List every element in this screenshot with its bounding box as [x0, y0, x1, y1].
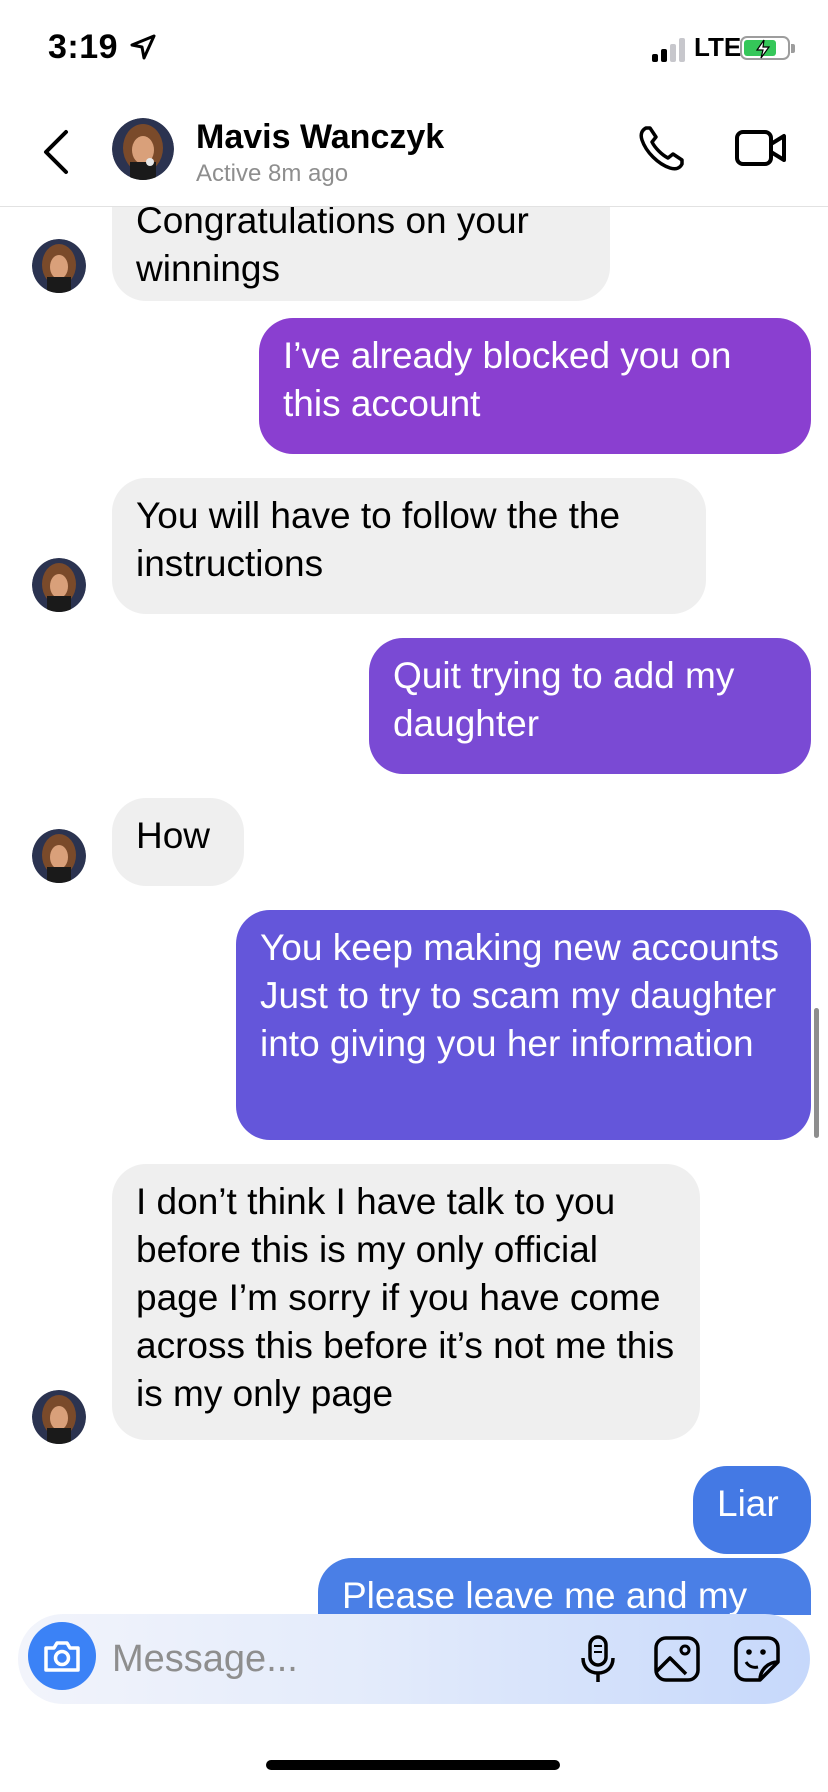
- incoming-message: How: [112, 798, 244, 886]
- message-bubble[interactable]: Please leave me and my: [318, 1558, 811, 1615]
- message-bubble[interactable]: I’ve already blocked you on this account: [259, 318, 811, 454]
- sender-avatar[interactable]: [32, 1390, 86, 1444]
- sender-avatar[interactable]: [32, 558, 86, 612]
- incoming-message: You will have to follow the the instruct…: [112, 478, 706, 614]
- chevron-left-icon[interactable]: [36, 124, 76, 185]
- sticker-icon[interactable]: [732, 1634, 782, 1689]
- message-bubble[interactable]: You keep making new accounts Just to try…: [236, 910, 811, 1140]
- message-bubble[interactable]: How: [112, 798, 244, 886]
- message-bubble[interactable]: I don’t think I have talk to you before …: [112, 1164, 700, 1440]
- message-bubble[interactable]: You will have to follow the the instruct…: [112, 478, 706, 614]
- phone-icon[interactable]: [636, 122, 688, 179]
- battery-icon: [740, 36, 795, 60]
- incoming-message: Congratulations on your winnings: [112, 207, 610, 301]
- conversation-header: Mavis Wanczyk Active 8m ago: [0, 100, 828, 207]
- image-icon[interactable]: [652, 1634, 702, 1689]
- contact-name[interactable]: Mavis Wanczyk: [196, 118, 444, 157]
- camera-button[interactable]: [28, 1622, 96, 1690]
- scroll-indicator[interactable]: [814, 1008, 819, 1138]
- video-camera-icon[interactable]: [734, 122, 788, 179]
- message-bubble[interactable]: Liar: [693, 1466, 811, 1554]
- sender-avatar[interactable]: [32, 239, 86, 293]
- camera-icon: [44, 1641, 80, 1672]
- message-bubble[interactable]: Quit trying to add my daughter: [369, 638, 811, 774]
- signal-strength-icon: [652, 38, 688, 62]
- outgoing-message: I’ve already blocked you on this account: [259, 318, 811, 454]
- contact-avatar[interactable]: [112, 118, 174, 180]
- microphone-icon[interactable]: [578, 1634, 618, 1691]
- outgoing-message: You keep making new accounts Just to try…: [236, 910, 811, 1140]
- message-composer: [18, 1614, 810, 1704]
- incoming-message: I don’t think I have talk to you before …: [112, 1164, 700, 1440]
- contact-active-status: Active 8m ago: [196, 160, 349, 187]
- status-bar: 3:19 LTE: [0, 0, 828, 100]
- outgoing-message: Please leave me and my: [318, 1558, 811, 1615]
- message-thread[interactable]: Congratulations on your winnings I’ve al…: [0, 207, 828, 1615]
- status-time: 3:19: [48, 28, 119, 66]
- message-input[interactable]: [110, 1628, 494, 1690]
- message-bubble[interactable]: Congratulations on your winnings: [112, 207, 610, 301]
- home-indicator[interactable]: [266, 1760, 560, 1770]
- outgoing-message: Liar: [693, 1466, 811, 1554]
- sender-avatar[interactable]: [32, 829, 86, 883]
- location-arrow-icon: [130, 34, 156, 65]
- network-type: LTE: [694, 32, 742, 62]
- outgoing-message: Quit trying to add my daughter: [369, 638, 811, 774]
